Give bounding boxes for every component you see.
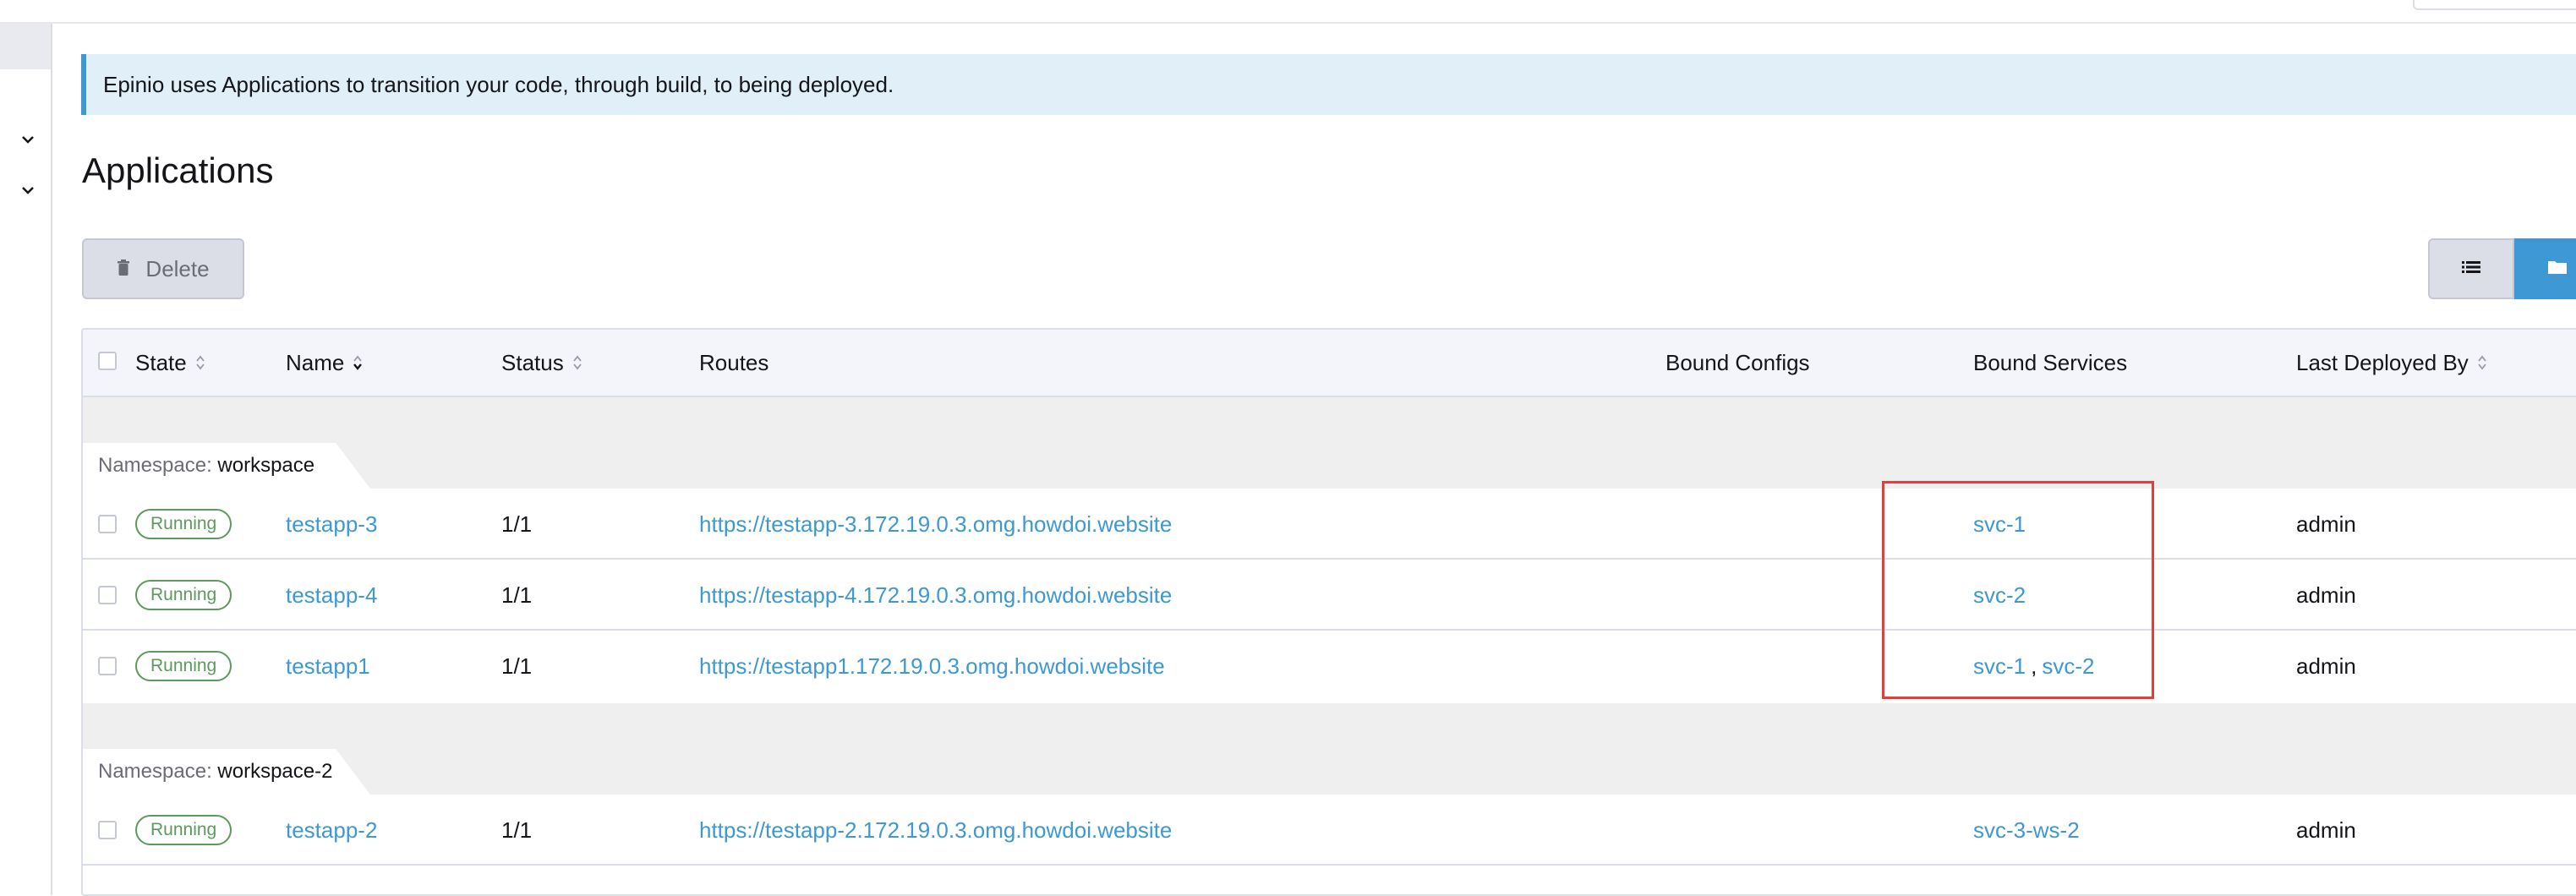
status-badge: Running xyxy=(135,651,232,681)
top-bar xyxy=(0,0,2576,24)
namespace-group-tab: Namespace: workspace-2 xyxy=(83,749,370,795)
row-checkbox[interactable] xyxy=(98,821,117,839)
column-header-state[interactable]: State xyxy=(135,330,205,396)
table-row[interactable]: Running testapp-2 1/1 https://testapp-2.… xyxy=(83,795,2576,866)
namespace-value: workspace-2 xyxy=(217,760,333,783)
status-badge: Running xyxy=(135,815,232,845)
table-row[interactable]: Running testapp-4 1/1 https://testapp-4.… xyxy=(83,560,2576,631)
column-header-bound-services: Bound Services xyxy=(1973,330,2127,396)
last-deployed-by: admin xyxy=(2296,817,2356,843)
table-row[interactable]: Running testapp-3 1/1 https://testapp-3.… xyxy=(83,489,2576,560)
namespace-label: Namespace: xyxy=(98,760,212,783)
namespace-label: Namespace: xyxy=(98,454,212,477)
delete-button-label: Delete xyxy=(145,255,210,281)
service-separator: , xyxy=(2031,653,2037,679)
bound-service-link[interactable]: svc-2 xyxy=(2042,653,2094,680)
sidebar xyxy=(0,24,52,895)
bound-service-link[interactable]: svc-2 xyxy=(1973,582,2026,609)
route-link[interactable]: https://testapp1.172.19.0.3.omg.howdoi.w… xyxy=(699,631,1165,702)
app-status: 1/1 xyxy=(501,511,533,537)
route-link[interactable]: https://testapp-4.172.19.0.3.omg.howdoi.… xyxy=(699,560,1172,631)
view-toggle xyxy=(2428,238,2576,299)
folder-icon xyxy=(2547,260,2568,279)
last-deployed-by: admin xyxy=(2296,511,2356,537)
app-name-link[interactable]: testapp1 xyxy=(286,631,370,702)
page-title: Applications xyxy=(82,150,274,190)
column-header-label: Bound Services xyxy=(1973,349,2128,375)
column-header-label: Status xyxy=(501,349,564,375)
column-header-status[interactable]: Status xyxy=(501,330,582,396)
row-checkbox[interactable] xyxy=(98,586,117,604)
route-link[interactable]: https://testapp-2.172.19.0.3.omg.howdoi.… xyxy=(699,795,1172,866)
select-all-checkbox[interactable] xyxy=(98,352,117,370)
delete-button[interactable]: Delete xyxy=(82,238,244,299)
info-banner-text: Epinio uses Applications to transition y… xyxy=(103,71,894,97)
column-header-bound-configs: Bound Configs xyxy=(1665,330,1810,396)
column-header-label: Routes xyxy=(699,349,769,375)
app-name-link[interactable]: testapp-3 xyxy=(286,489,377,560)
bound-service-link[interactable]: svc-1 xyxy=(1973,653,2026,680)
sort-icon xyxy=(195,354,205,371)
list-view-button[interactable] xyxy=(2428,238,2514,299)
bound-service-link[interactable]: svc-1 xyxy=(1973,511,2026,538)
row-checkbox[interactable] xyxy=(98,657,117,675)
trash-icon xyxy=(117,256,130,282)
bound-service-link[interactable]: svc-3-ws-2 xyxy=(1973,817,2080,844)
last-deployed-by: admin xyxy=(2296,653,2356,679)
namespace-value: workspace xyxy=(217,454,315,477)
sort-icon xyxy=(2477,354,2487,371)
route-link[interactable]: https://testapp-3.172.19.0.3.omg.howdoi.… xyxy=(699,489,1172,560)
app-status: 1/1 xyxy=(501,653,533,679)
top-search-box[interactable] xyxy=(2413,0,2576,10)
last-deployed-by: admin xyxy=(2296,582,2356,608)
sort-icon xyxy=(353,354,363,371)
app-status: 1/1 xyxy=(501,817,533,843)
app-name-link[interactable]: testapp-4 xyxy=(286,560,377,631)
column-header-label: Name xyxy=(286,349,345,375)
namespace-group-tab: Namespace: workspace xyxy=(83,443,370,489)
app-name-link[interactable]: testapp-2 xyxy=(286,795,377,866)
column-header-name[interactable]: Name xyxy=(286,330,363,396)
column-header-label: State xyxy=(135,349,187,375)
info-banner: Epinio uses Applications to transition y… xyxy=(81,54,2576,115)
namespace-group-header: Namespace: workspace xyxy=(83,397,2576,489)
status-badge: Running xyxy=(135,580,232,610)
column-header-label: Last Deployed By xyxy=(2296,349,2469,375)
sidebar-active-item[interactable] xyxy=(0,24,51,69)
app-status: 1/1 xyxy=(501,582,533,608)
sort-icon xyxy=(572,354,582,371)
status-badge: Running xyxy=(135,509,232,539)
main-content: Epinio uses Applications to transition y… xyxy=(52,24,2576,896)
row-checkbox[interactable] xyxy=(98,515,117,533)
applications-table: State Name Status Routes Bound Configs B… xyxy=(81,328,2576,896)
list-icon xyxy=(2462,260,2480,278)
chevron-down-icon[interactable] xyxy=(20,183,36,198)
column-header-last-deployed-by[interactable]: Last Deployed By xyxy=(2296,330,2487,396)
table-header: State Name Status Routes Bound Configs B… xyxy=(83,330,2576,397)
group-view-button[interactable] xyxy=(2514,238,2576,299)
chevron-down-icon[interactable] xyxy=(20,132,36,147)
table-row[interactable]: Running testapp1 1/1 https://testapp1.17… xyxy=(83,631,2576,702)
namespace-group-header: Namespace: workspace-2 xyxy=(83,703,2576,795)
column-header-label: Bound Configs xyxy=(1665,349,1810,375)
column-header-routes: Routes xyxy=(699,330,768,396)
